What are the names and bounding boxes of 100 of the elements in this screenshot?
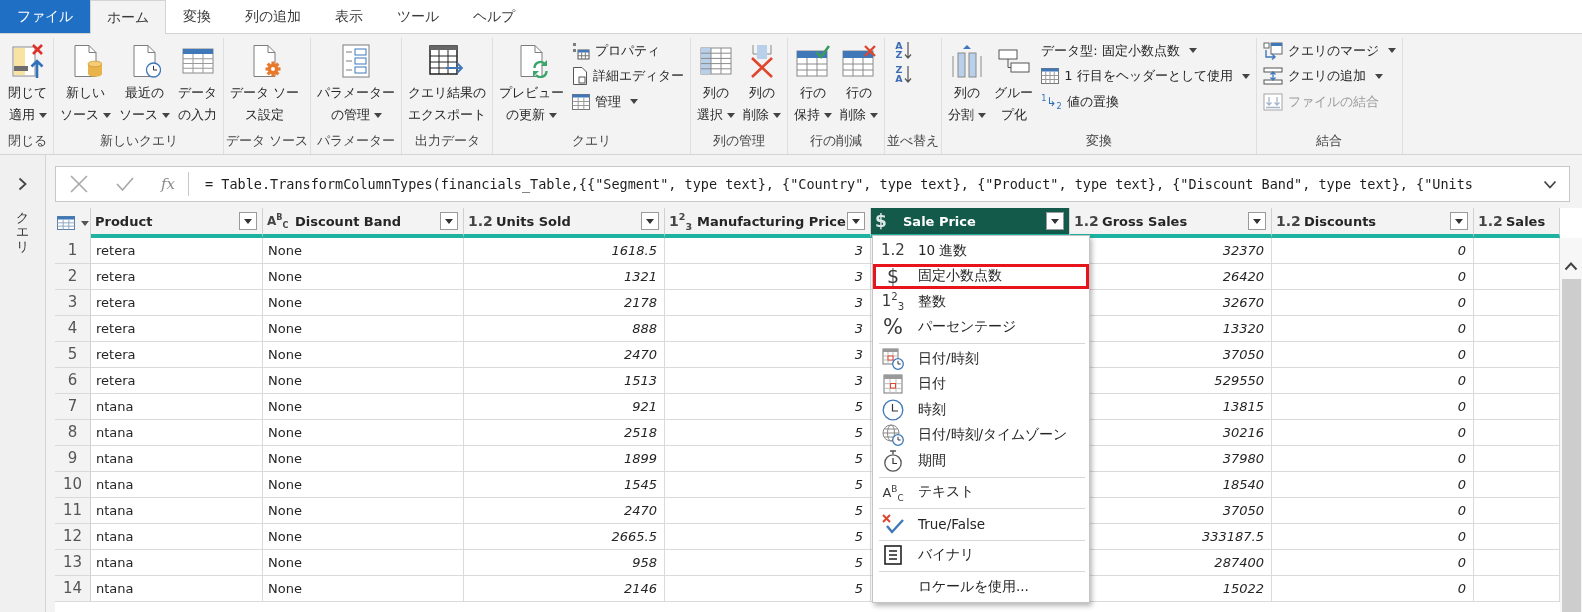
filter-button[interactable] bbox=[239, 212, 257, 230]
table-cell: 0 bbox=[1272, 368, 1474, 394]
table-cell: None bbox=[263, 446, 464, 472]
column-header[interactable]: Product bbox=[91, 208, 263, 238]
table-cell: retera bbox=[91, 368, 263, 394]
column-name: Gross Sales bbox=[1102, 213, 1188, 229]
table-cell: 0 bbox=[1272, 394, 1474, 420]
filter-button[interactable] bbox=[440, 212, 458, 230]
table-cell: 0 bbox=[1272, 238, 1474, 264]
column-name: Product bbox=[95, 213, 153, 229]
decimal-icon[interactable]: 1.2 bbox=[1276, 213, 1304, 229]
group-label: 列の管理 bbox=[712, 131, 767, 150]
group-icon bbox=[997, 47, 1030, 75]
table-cell: 1545 bbox=[464, 472, 665, 498]
column-header[interactable]: A$^{B}$$_{C}$ Discount Band bbox=[263, 208, 464, 238]
filter-button[interactable] bbox=[1046, 212, 1064, 230]
filter-button[interactable] bbox=[1450, 212, 1468, 230]
ribbon-button[interactable]: 列の 選択 bbox=[693, 38, 740, 126]
table-cell: 3 bbox=[665, 316, 871, 342]
table-cell: 2146 bbox=[464, 576, 665, 602]
table-cell: None bbox=[263, 498, 464, 524]
ribbon-button[interactable]: プレビュー の更新 bbox=[495, 38, 569, 126]
ribbon-tab[interactable]: ホーム bbox=[90, 0, 166, 34]
filter-button[interactable] bbox=[847, 212, 865, 230]
ribbon-button[interactable]: クエリの追加 bbox=[1258, 63, 1400, 89]
formula-input[interactable]: = Table.TransformColumnTypes(financials_Table,{{"Segment", type text}, {"Country", type text}, {"Product", type text}, {"Discount Band", type text}, {"Units bbox=[189, 176, 1531, 192]
document-icon bbox=[572, 67, 589, 86]
column-header[interactable]: 1$^{2}$$_{3}$ Manufacturing Price bbox=[665, 208, 871, 238]
ribbon-button[interactable]: データ の入力 bbox=[174, 38, 221, 126]
table-cell: ntana bbox=[91, 498, 263, 524]
fx-button[interactable]: fx bbox=[148, 167, 188, 201]
dollar-icon[interactable]: $ bbox=[875, 211, 903, 231]
table-cell: 2470 bbox=[464, 498, 665, 524]
column-header[interactable]: 1.2 Sales bbox=[1474, 208, 1560, 238]
caret-icon bbox=[1455, 218, 1463, 224]
decimal-icon: 1.2 bbox=[881, 243, 905, 259]
column-header[interactable]: $ Sale Price bbox=[871, 208, 1070, 238]
ribbon-button[interactable]: 閉じて 適用 bbox=[4, 38, 51, 126]
column-header[interactable]: 1.2 Discounts bbox=[1272, 208, 1474, 238]
ribbon-button[interactable]: 詳細エディター bbox=[568, 63, 689, 89]
column-name: Units Sold bbox=[496, 213, 571, 229]
ribbon-button[interactable]: 1 行目をヘッダーとして使用 bbox=[1037, 63, 1254, 89]
filter-button[interactable] bbox=[1248, 212, 1266, 230]
column-header[interactable]: 1.2 Gross Sales bbox=[1070, 208, 1272, 238]
group-label: 新しいクエリ bbox=[98, 131, 179, 150]
caret-icon bbox=[852, 218, 860, 224]
row-number: 2 bbox=[55, 264, 91, 290]
ribbon-button[interactable]: グルー プ化 bbox=[990, 38, 1038, 126]
column-header[interactable]: 1.2 Units Sold bbox=[464, 208, 665, 238]
menu-item[interactable]: $ 固定小数点数 bbox=[873, 263, 1089, 289]
calendar-icon bbox=[883, 374, 903, 395]
column-name: Manufacturing Price bbox=[697, 213, 846, 229]
row-number: 7 bbox=[55, 394, 91, 420]
group-label: データ ソース bbox=[226, 131, 309, 150]
table-cell: ntana bbox=[91, 472, 263, 498]
scrollbar-thumb[interactable] bbox=[1561, 279, 1581, 612]
row-number: 12 bbox=[55, 524, 91, 550]
table-cell: 5 bbox=[665, 394, 871, 420]
scrollbar-track[interactable] bbox=[1560, 238, 1582, 612]
decimal-icon[interactable]: 1.2 bbox=[1478, 213, 1506, 229]
chevron-up-icon bbox=[1564, 262, 1578, 271]
group-label: 行の削減 bbox=[809, 131, 864, 150]
table-cell: None bbox=[263, 420, 464, 446]
table-cell: ntana bbox=[91, 524, 263, 550]
table-cell: 5 bbox=[665, 498, 871, 524]
sort-button[interactable]: A Z bbox=[887, 38, 920, 62]
ribbon-button[interactable]: データ型: 固定小数点数 bbox=[1037, 38, 1254, 64]
ribbon-button[interactable]: クエリ結果の エクスポート bbox=[404, 38, 491, 126]
row-number: 4 bbox=[55, 316, 91, 342]
ribbon-button[interactable]: 最近の ソース bbox=[115, 38, 174, 126]
filter-button[interactable] bbox=[641, 212, 659, 230]
table-cell: 1321 bbox=[464, 264, 665, 290]
ribbon-button[interactable]: パラメーター の管理 bbox=[313, 38, 400, 126]
table-cell: 1618.5 bbox=[464, 238, 665, 264]
ribbon-button[interactable]: 新しい ソース bbox=[56, 38, 115, 126]
expand-pane-button[interactable] bbox=[16, 175, 29, 193]
ribbon-button[interactable]: 行の 削除 bbox=[836, 38, 883, 126]
pane-title: クエリ bbox=[16, 211, 29, 254]
combine-icon bbox=[1262, 92, 1283, 111]
caret-icon bbox=[646, 218, 654, 224]
ribbon-button[interactable]: 管理 bbox=[568, 89, 689, 115]
sort-button[interactable]: Z A bbox=[887, 62, 920, 86]
table-cell: 0 bbox=[1272, 342, 1474, 368]
ribbon-button[interactable]: 列の 分割 bbox=[944, 38, 991, 126]
ribbon-button[interactable]: クエリのマージ bbox=[1258, 38, 1400, 64]
decimal-icon[interactable]: 1.2 bbox=[1074, 213, 1102, 229]
ribbon-button[interactable]: プロパティ bbox=[568, 38, 689, 64]
ribbon-tab[interactable]: ファイル bbox=[0, 0, 90, 33]
ribbon-button[interactable]: データ ソー ス設定 bbox=[226, 38, 304, 126]
ribbon-button[interactable]: 列の 削除 bbox=[739, 38, 786, 126]
table-cell: 0 bbox=[1272, 290, 1474, 316]
decimal-icon[interactable]: 1.2 bbox=[468, 213, 496, 229]
table-cell: None bbox=[263, 238, 464, 264]
group-label: パラメーター bbox=[316, 131, 397, 150]
table-cell: 3 bbox=[665, 264, 871, 290]
list-icon bbox=[342, 44, 371, 78]
table-cell: 0 bbox=[1272, 472, 1474, 498]
ribbon-button[interactable]: $^{1}$↳$_{2}$ 値の置換 bbox=[1037, 89, 1254, 115]
ribbon-button[interactable]: 行の 保持 bbox=[790, 38, 837, 126]
close-icon bbox=[70, 175, 88, 193]
